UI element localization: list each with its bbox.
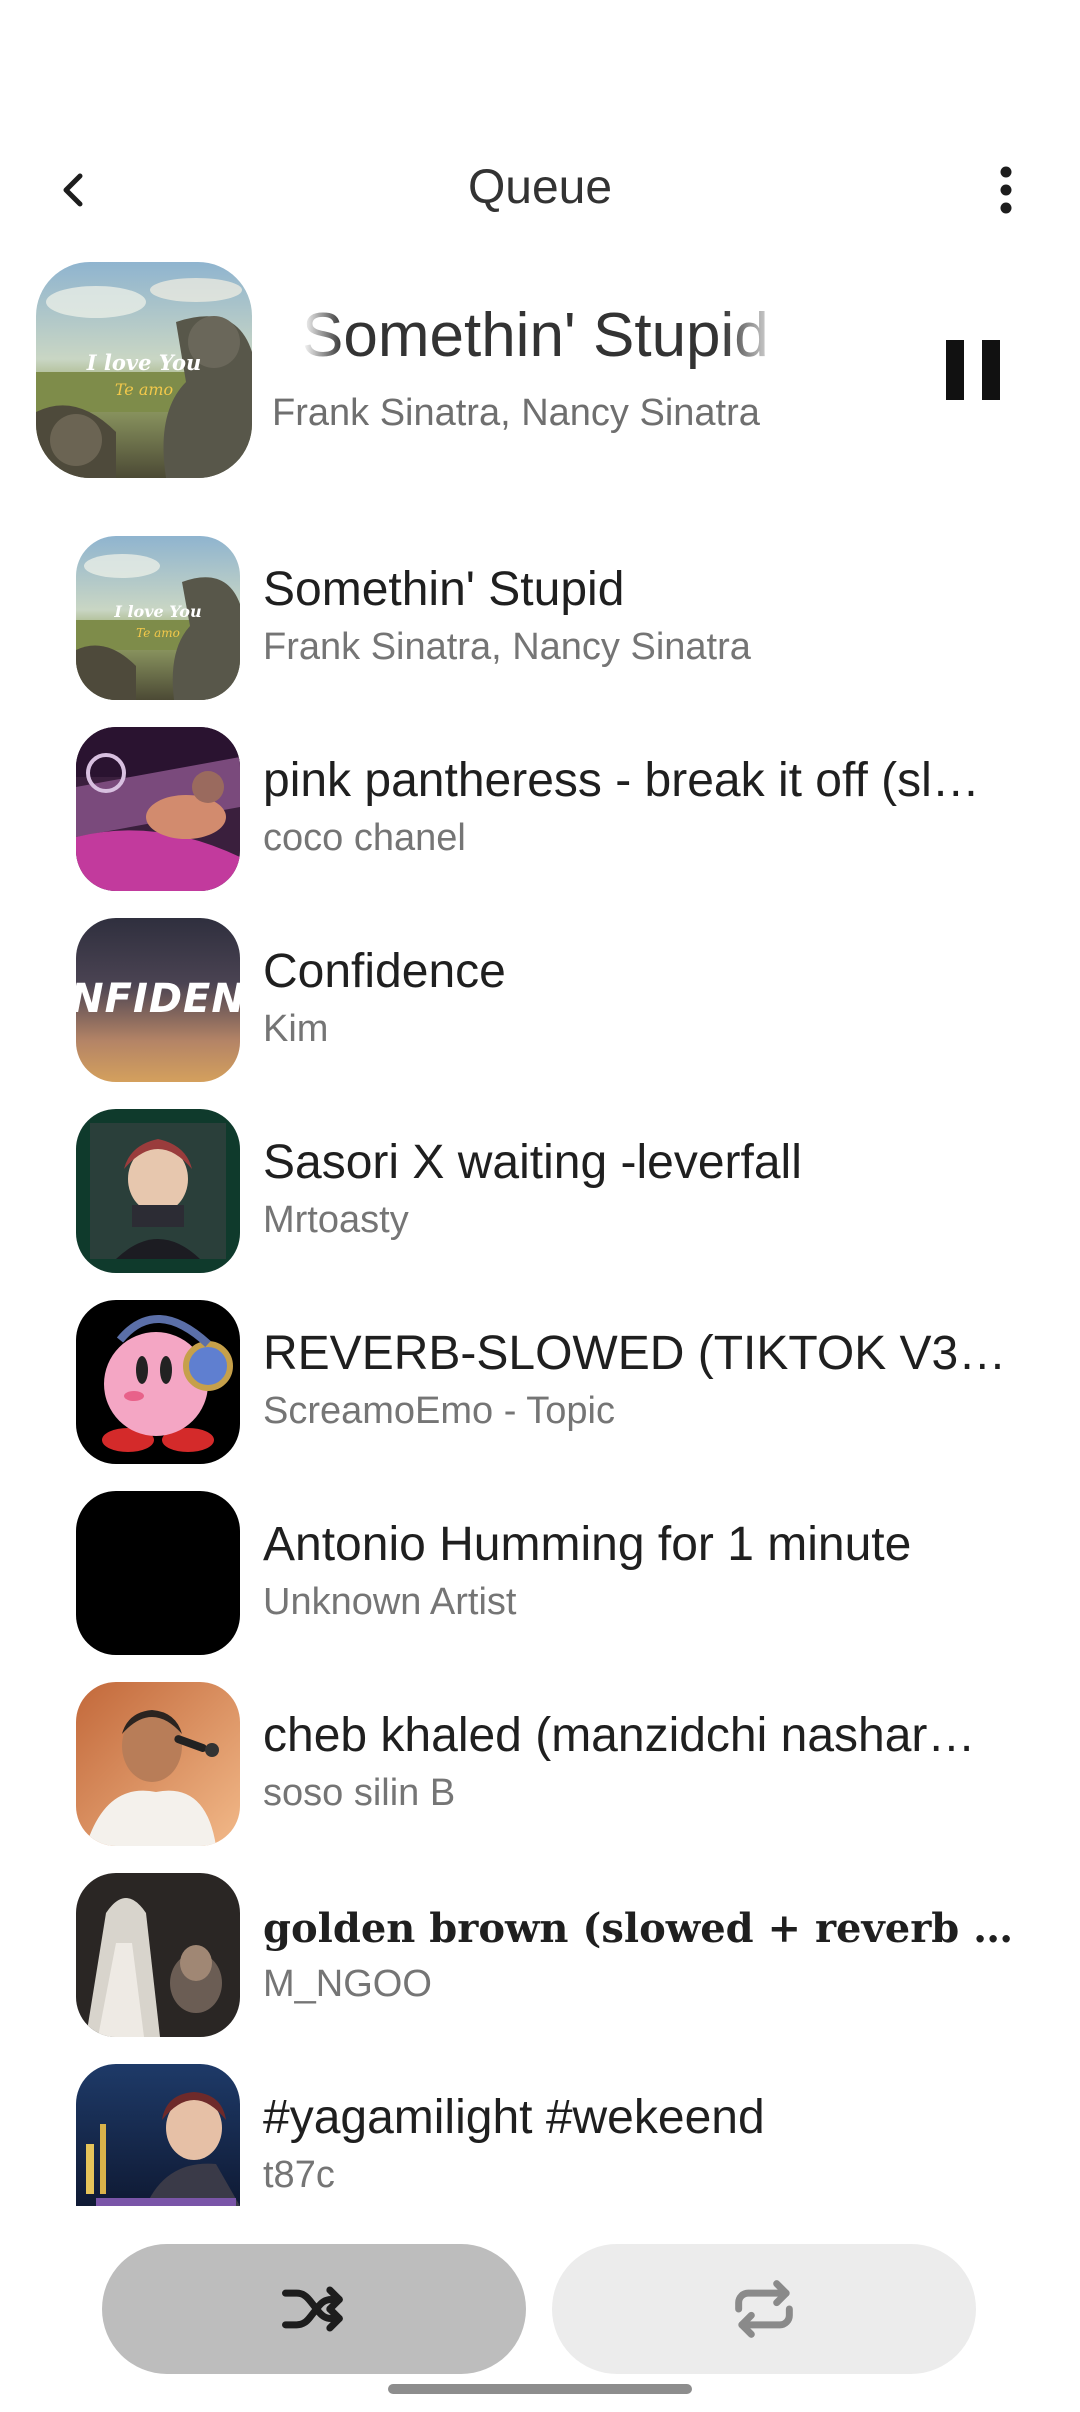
- artwork-caption-sub: Te amo: [136, 626, 180, 640]
- track-artwork: [76, 1682, 240, 1846]
- queue-item[interactable]: REVERB-SLOWED (TIKTOK V3RSIO… ScreamoEmo…: [0, 1292, 1080, 1482]
- track-artwork: [76, 1873, 240, 2037]
- track-title: REVERB-SLOWED (TIKTOK V3RSIO…: [263, 1327, 1023, 1380]
- more-options-button[interactable]: [978, 162, 1034, 218]
- track-artwork: [76, 727, 240, 891]
- track-title: Somethin' Stupid: [263, 563, 625, 616]
- track-title: pink pantheress - break it off (sl…: [263, 754, 980, 807]
- top-app-bar: Queue: [0, 148, 1080, 232]
- track-artwork: [76, 2064, 240, 2206]
- pause-button[interactable]: [944, 338, 1002, 402]
- track-artist: coco chanel: [263, 817, 466, 859]
- now-playing-card[interactable]: I love You Te amo Somethin' Stupid Frank…: [0, 262, 1080, 480]
- track-artist: ScreamoEmo - Topic: [263, 1390, 615, 1432]
- repeat-button[interactable]: [552, 2244, 976, 2374]
- shuffle-button[interactable]: [102, 2244, 526, 2374]
- now-playing-artwork: I love You Te amo: [36, 262, 252, 478]
- queue-item[interactable]: #yagamilight #wekeend t87c: [0, 2056, 1080, 2208]
- home-indicator[interactable]: [388, 2384, 692, 2394]
- track-title: Confidence: [263, 945, 506, 998]
- artwork-caption-sub: Te amo: [114, 380, 174, 399]
- queue-item[interactable]: I love You Te amo Somethin' Stupid Frank…: [0, 528, 1080, 718]
- track-artwork: [76, 1109, 240, 1273]
- now-playing-title: Somethin' Stupid: [302, 301, 769, 370]
- artwork-text: NFIDEN: [76, 976, 240, 1022]
- queue-item[interactable]: cheb khaled (manzidchi nashar… soso sili…: [0, 1674, 1080, 1864]
- track-artwork: [76, 1300, 240, 1464]
- track-artist: Frank Sinatra, Nancy Sinatra: [263, 626, 751, 668]
- playback-mode-controls: [0, 2244, 1080, 2374]
- page-title: Queue: [467, 161, 613, 214]
- track-title: Sasori X waiting -leverfall: [263, 1136, 802, 1189]
- track-artist: Unknown Artist: [263, 1581, 517, 1623]
- track-title: golden brown (slowed + reverb + prolonge…: [263, 1905, 1023, 1952]
- track-artwork: [76, 1491, 240, 1655]
- artwork-caption: I love You: [114, 602, 202, 621]
- track-title: cheb khaled (manzidchi nashar…: [263, 1709, 976, 1762]
- repeat-icon: [735, 2280, 793, 2338]
- queue-item[interactable]: Antonio Humming for 1 minute Unknown Art…: [0, 1483, 1080, 1673]
- track-title: #yagamilight #wekeend: [263, 2091, 765, 2144]
- queue-item[interactable]: golden brown (slowed + reverb + prolonge…: [0, 1865, 1080, 2055]
- track-artist: t87c: [263, 2154, 335, 2196]
- track-artwork: I love You Te amo: [76, 536, 240, 700]
- track-artwork: NFIDEN: [76, 918, 240, 1082]
- track-artist: soso silin B: [263, 1772, 456, 1814]
- track-artist: Mrtoasty: [263, 1199, 409, 1241]
- track-artist: Kim: [263, 1008, 329, 1050]
- track-title: Antonio Humming for 1 minute: [263, 1518, 912, 1571]
- queue-list[interactable]: I love You Te amo Somethin' Stupid Frank…: [0, 528, 1080, 2208]
- shuffle-icon: [282, 2286, 343, 2332]
- artwork-caption: I love You: [86, 350, 202, 375]
- queue-item[interactable]: NFIDEN Confidence Kim: [0, 910, 1080, 1100]
- now-playing-artist: Frank Sinatra, Nancy Sinatra: [272, 392, 760, 434]
- track-artist: M_NGOO: [263, 1963, 432, 2005]
- pause-icon: [946, 340, 1000, 400]
- more-vertical-icon: [1000, 166, 1012, 214]
- queue-item[interactable]: pink pantheress - break it off (sl… coco…: [0, 719, 1080, 909]
- queue-item[interactable]: Sasori X waiting -leverfall Mrtoasty: [0, 1101, 1080, 1291]
